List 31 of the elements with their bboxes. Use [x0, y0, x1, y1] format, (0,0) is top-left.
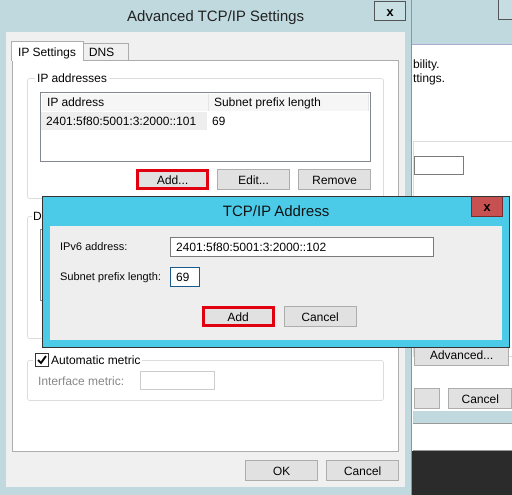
- remove-button[interactable]: Remove: [298, 169, 371, 190]
- field-label: Subnet prefix length:: [60, 271, 162, 283]
- close-button[interactable]: x: [374, 1, 406, 21]
- group-title: D: [32, 209, 43, 223]
- field-label: Interface metric:: [38, 374, 124, 388]
- table-cell: 2401:5f80:5001:3:2000::101: [41, 112, 207, 130]
- edit-button[interactable]: Edit...: [217, 169, 290, 190]
- close-button[interactable]: x: [471, 197, 503, 217]
- window-title: TCP/IP Address: [222, 203, 330, 220]
- cancel-button[interactable]: Cancel: [448, 388, 512, 409]
- group-title: IP addresses: [36, 71, 108, 85]
- column-header[interactable]: IP address: [42, 94, 209, 111]
- description-text: ttings.: [413, 71, 446, 85]
- checkbox-label: Automatic metric: [51, 353, 140, 367]
- prefix-field[interactable]: 69: [170, 267, 200, 287]
- column-header[interactable]: Subnet prefix length: [209, 94, 369, 111]
- window-title: Advanced TCP/IP Settings: [126, 8, 304, 24]
- description-text: bility.: [413, 57, 440, 71]
- address-list[interactable]: IP address Subnet prefix length 2401:5f80:5001:3:2000::101 69: [40, 92, 371, 162]
- table-cell-text: 69: [211, 113, 226, 130]
- field-label: IPv6 address:: [60, 241, 128, 253]
- tab[interactable]: IP Settings: [11, 41, 84, 61]
- cancel-button[interactable]: Cancel: [284, 306, 356, 327]
- tab[interactable]: DNS: [82, 43, 130, 60]
- cancel-button[interactable]: Cancel: [326, 460, 399, 481]
- input-field[interactable]: [414, 156, 464, 175]
- ok-button[interactable]: OK: [245, 460, 318, 481]
- address-field[interactable]: 2401:5f80:5001:3:2000::102: [170, 237, 434, 257]
- metric-field[interactable]: [140, 371, 216, 390]
- add-button[interactable]: Add...: [136, 169, 209, 190]
- add-button[interactable]: Add: [202, 306, 274, 327]
